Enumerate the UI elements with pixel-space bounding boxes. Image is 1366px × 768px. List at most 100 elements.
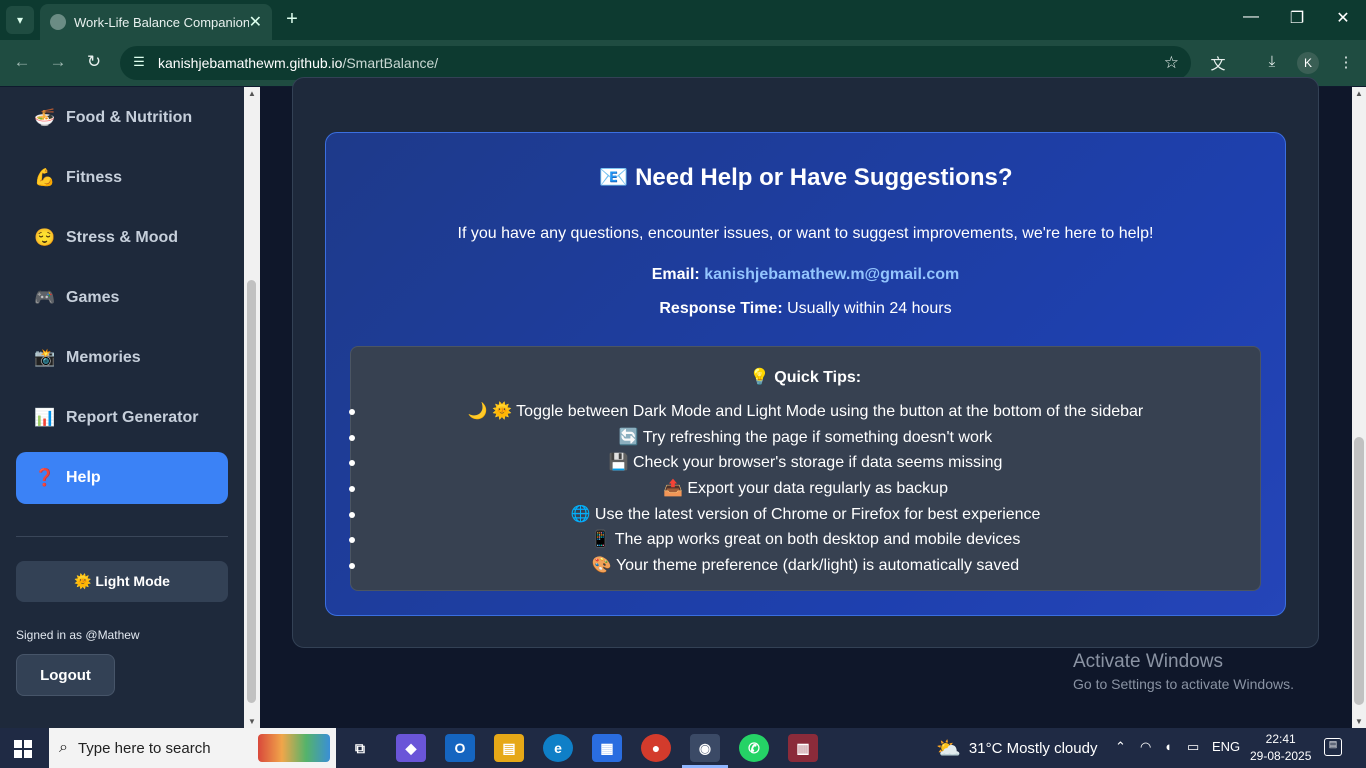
chrome-profile-icon[interactable]: ◉ — [690, 734, 720, 762]
site-info-icon[interactable]: ☰ — [130, 54, 148, 72]
sidebar-item-fitness[interactable]: 💪 Fitness — [16, 152, 228, 204]
question-mark-icon: ❓ — [34, 468, 56, 487]
list-item: 🌐 Use the latest version of Chrome or Fi… — [349, 502, 1260, 528]
sidebar-item-label: Memories — [66, 349, 141, 366]
network-icon[interactable]: ◠ — [1140, 739, 1151, 755]
quick-tips-box: 💡 Quick Tips: 🌙 🌞 Toggle between Dark Mo… — [349, 346, 1261, 591]
signed-in-label: Signed in as @Mathew — [16, 628, 140, 642]
help-title: 📧 Need Help or Have Suggestions? — [598, 164, 1013, 191]
language-indicator[interactable]: ENG — [1212, 739, 1240, 754]
copilot-icon[interactable]: ◆ — [396, 734, 426, 762]
sidebar-scrollbar[interactable]: ▲ ▼ — [244, 87, 260, 728]
close-window-button[interactable]: ✕ — [1328, 8, 1358, 28]
tab-favicon-icon — [50, 14, 66, 30]
watermark-title: Activate Windows — [1073, 651, 1223, 672]
tab-title: Work-Life Balance Companion — [74, 14, 249, 30]
chrome-icon[interactable]: ● — [641, 734, 671, 762]
scroll-up-arrow-icon[interactable]: ▲ — [244, 89, 260, 98]
sidebar-item-memories[interactable]: 📸 Memories — [16, 332, 228, 384]
email-link[interactable]: kanishjebamathew.m@gmail.com — [704, 266, 959, 283]
download-icon[interactable]: ⤓ — [1260, 53, 1284, 70]
search-placeholder: Type here to search — [77, 739, 211, 757]
scroll-up-arrow-icon[interactable]: ▲ — [1352, 89, 1366, 98]
translate-icon[interactable]: 文 — [1206, 53, 1230, 74]
main-content: 📧 Need Help or Have Suggestions? If you … — [260, 77, 1352, 728]
weather-widget[interactable]: ⛅ 31°C Mostly cloudy — [936, 736, 1097, 761]
help-panel: 📧 Need Help or Have Suggestions? If you … — [325, 132, 1286, 616]
page-scrollbar-thumb[interactable] — [1354, 437, 1364, 705]
weather-text: 31°C Mostly cloudy — [968, 740, 1098, 757]
tab-search-button[interactable]: ▾ — [6, 6, 34, 34]
clock[interactable]: 22:41 29-08-2025 — [1250, 731, 1311, 765]
watermark-subtitle: Go to Settings to activate Windows. — [1073, 676, 1294, 692]
back-icon[interactable]: ← — [10, 52, 34, 72]
windows-start-icon[interactable] — [14, 740, 32, 758]
sidebar-item-label: Food & Nutrition — [66, 109, 193, 126]
list-item: 🌙 🌞 Toggle between Dark Mode and Light M… — [349, 399, 1260, 425]
taskbar-search-input[interactable]: ⌕ Type here to search — [49, 728, 336, 768]
url-host: kanishjebamathewm.github.io — [158, 55, 343, 71]
show-hidden-icons-chevron-icon[interactable]: ⌃ — [1115, 739, 1126, 755]
relieved-face-icon: 😌 — [34, 228, 56, 247]
page-scrollbar[interactable]: ▲ ▼ — [1352, 87, 1366, 728]
sidebar-item-stress-mood[interactable]: 😌 Stress & Mood — [16, 212, 228, 264]
sidebar-item-label: Help — [66, 469, 101, 486]
browser-tab-bar: ▾ Work-Life Balance Companion ✕ + — ❐ ✕ — [0, 0, 1366, 40]
response-time-row: Response Time: Usually within 24 hours — [326, 300, 1285, 318]
battery-icon[interactable]: ▭ — [1187, 739, 1199, 755]
tab-close-icon[interactable]: ✕ — [249, 12, 262, 32]
browser-tab[interactable]: Work-Life Balance Companion ✕ — [40, 4, 272, 40]
sidebar: 🍜 Food & Nutrition 💪 Fitness 😌 Stress & … — [0, 87, 244, 728]
new-tab-button[interactable]: + — [281, 8, 303, 30]
menu-kebab-icon[interactable]: ⋮ — [1334, 53, 1358, 71]
winrar-icon[interactable]: ▥ — [788, 734, 818, 762]
sidebar-item-label: Fitness — [66, 169, 123, 186]
edge-icon[interactable]: e — [543, 734, 573, 762]
bookmark-star-icon[interactable]: ☆ — [1164, 53, 1179, 73]
url-path: /SmartBalance/ — [342, 55, 439, 71]
theme-toggle-button[interactable]: 🌞 Light Mode — [16, 561, 228, 602]
clock-time: 22:41 — [1265, 732, 1296, 746]
whatsapp-icon[interactable]: ✆ — [739, 734, 769, 762]
list-item: 💾 Check your browser's storage if data s… — [349, 450, 1260, 476]
response-time-value: Usually within 24 hours — [787, 300, 952, 317]
list-item: 📤 Export your data regularly as backup — [349, 476, 1260, 502]
list-item: 📱 The app works great on both desktop an… — [349, 527, 1260, 553]
sidebar-item-help[interactable]: ❓ Help — [16, 452, 228, 504]
logout-button[interactable]: Logout — [16, 654, 115, 696]
quick-tips-list: 🌙 🌞 Toggle between Dark Mode and Light M… — [349, 399, 1260, 579]
notification-center-icon[interactable]: ▤ — [1324, 738, 1342, 756]
flexed-biceps-icon: 💪 — [34, 168, 56, 187]
sidebar-item-report-generator[interactable]: 📊 Report Generator — [16, 392, 228, 444]
activate-windows-watermark: Activate Windows Go to Settings to activ… — [1073, 651, 1294, 692]
response-time-label: Response Time: — [659, 300, 783, 317]
quick-tips-title: 💡 Quick Tips: — [749, 369, 862, 386]
list-item: 🎨 Your theme preference (dark/light) is … — [349, 553, 1260, 579]
file-explorer-icon[interactable]: ▤ — [494, 734, 524, 762]
partly-cloudy-icon: ⛅ — [936, 738, 961, 760]
sidebar-item-label: Report Generator — [66, 409, 199, 426]
scroll-down-arrow-icon[interactable]: ▼ — [1352, 717, 1366, 726]
minimize-button[interactable]: — — [1236, 8, 1266, 26]
restore-button[interactable]: ❐ — [1282, 8, 1312, 28]
microsoft-store-icon[interactable]: ▦ — [592, 734, 622, 762]
sidebar-item-label: Games — [66, 289, 120, 306]
volume-icon[interactable]: ◖ — [1164, 739, 1172, 754]
task-view-icon[interactable]: ⧉ — [345, 734, 375, 762]
address-bar[interactable]: ☰ kanishjebamathewm.github.io /SmartBala… — [120, 46, 1191, 80]
email-label: Email: — [651, 266, 700, 283]
game-controller-icon: 🎮 — [34, 288, 56, 307]
sidebar-scrollbar-thumb[interactable] — [247, 280, 256, 703]
forward-icon[interactable]: → — [46, 52, 70, 72]
noodle-bowl-icon: 🍜 — [34, 108, 56, 127]
outlook-icon[interactable]: O — [445, 734, 475, 762]
profile-avatar[interactable]: K — [1297, 52, 1319, 74]
list-item: 🔄 Try refreshing the page if something d… — [349, 425, 1260, 451]
reload-icon[interactable]: ↻ — [82, 52, 106, 72]
sidebar-item-food-nutrition[interactable]: 🍜 Food & Nutrition — [16, 92, 228, 144]
bar-chart-icon: 📊 — [34, 408, 56, 427]
scroll-down-arrow-icon[interactable]: ▼ — [244, 717, 260, 726]
search-highlight-art — [258, 734, 330, 762]
search-icon: ⌕ — [59, 739, 68, 756]
sidebar-item-games[interactable]: 🎮 Games — [16, 272, 228, 324]
